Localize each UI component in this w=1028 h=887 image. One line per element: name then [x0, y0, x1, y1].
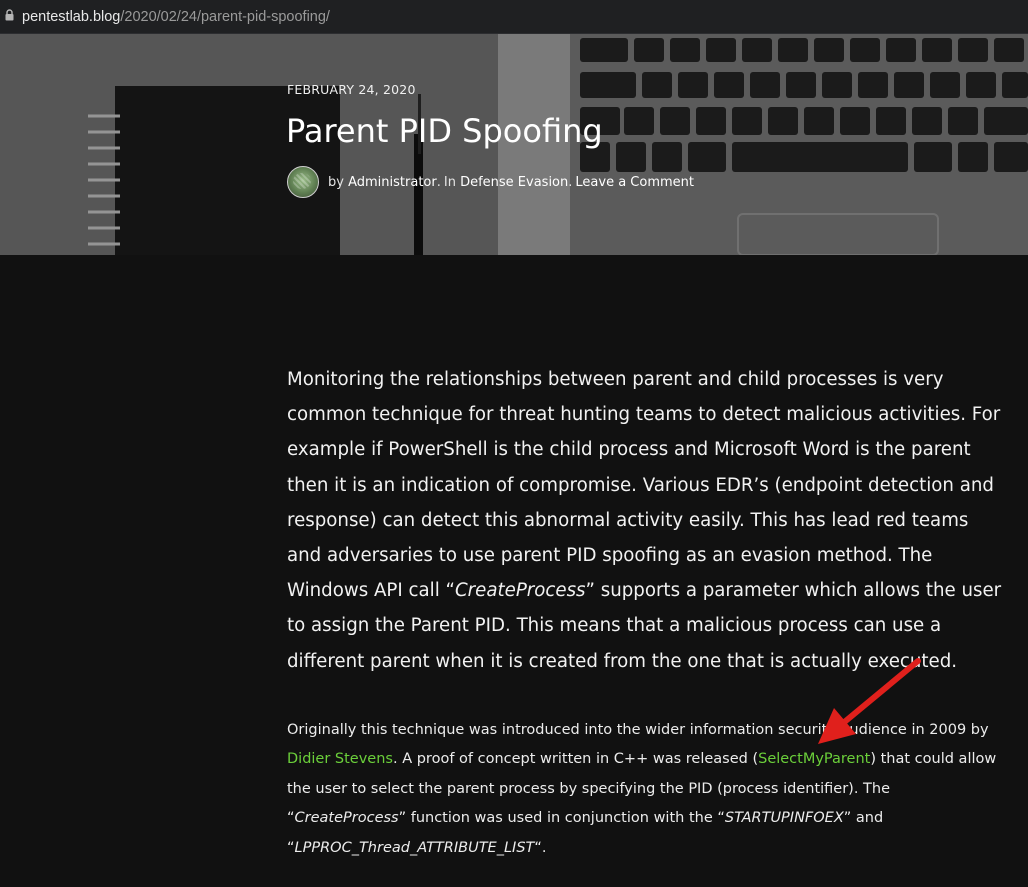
- url-host: pentestlab.blog: [22, 8, 121, 25]
- category-link[interactable]: Defense Evasion: [460, 175, 568, 190]
- post-title: Parent PID Spoofing: [286, 112, 603, 150]
- post-hero: FEBRUARY 24, 2020 Parent PID Spoofing by…: [0, 34, 1028, 255]
- address-bar[interactable]: pentestlab.blog/2020/02/24/parent-pid-sp…: [0, 0, 1028, 34]
- by-label: by: [328, 174, 344, 190]
- para-text-4: ” function was used in conjunction with …: [398, 810, 725, 827]
- author-link[interactable]: Administrator: [348, 175, 437, 190]
- author-avatar[interactable]: [287, 166, 319, 198]
- article-body: Monitoring the relationships between par…: [287, 362, 1007, 863]
- para-text-2: . A proof of concept written in C++ was …: [392, 751, 759, 768]
- para-emphasis-3: LPPROC_Thread_ATTRIBUTE_LIST: [294, 839, 535, 856]
- leave-comment-link[interactable]: Leave a Comment: [575, 175, 694, 190]
- para-emphasis-2: STARTUPINFOEX: [724, 810, 844, 827]
- lock-icon[interactable]: [5, 8, 14, 25]
- post-meta: by Administrator. In Defense Evasion. Le…: [287, 166, 694, 198]
- in-label: In: [443, 174, 456, 190]
- url-path: /2020/02/24/parent-pid-spoofing/: [120, 8, 330, 25]
- selectmyparent-link[interactable]: SelectMyParent: [758, 751, 870, 767]
- lead-emphasis: CreateProcess: [454, 580, 586, 602]
- para-emphasis-1: CreateProcess: [294, 810, 399, 827]
- para-text-6: “.: [534, 839, 547, 856]
- post-date: FEBRUARY 24, 2020: [287, 82, 416, 97]
- lead-text-1: Monitoring the relationships between par…: [287, 369, 1001, 602]
- annotation-arrow-icon: [818, 658, 921, 744]
- lead-paragraph: Monitoring the relationships between par…: [287, 362, 1007, 679]
- didier-stevens-link[interactable]: Didier Stevens: [287, 751, 393, 767]
